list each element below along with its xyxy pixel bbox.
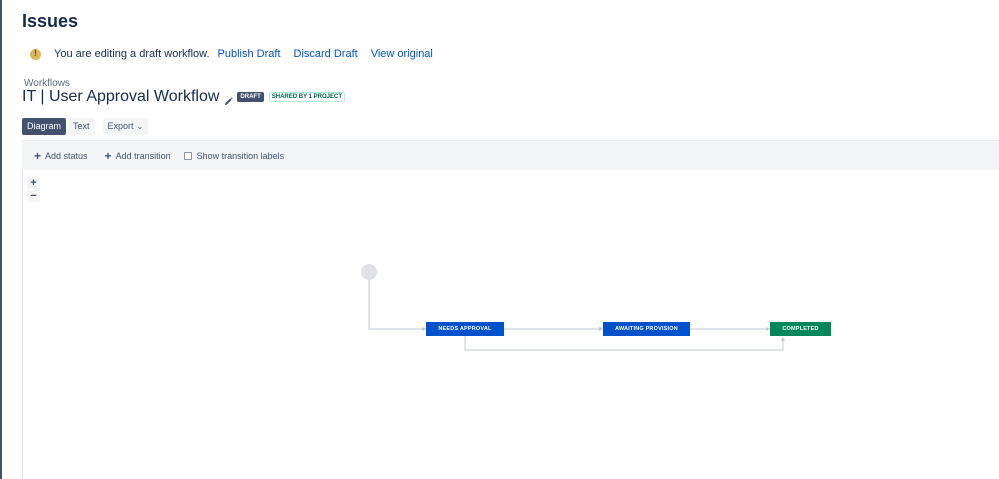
transition-direct-complete[interactable] [464, 336, 784, 351]
arrowhead [781, 337, 785, 341]
start-node[interactable] [361, 264, 377, 280]
status-completed[interactable]: COMPLETED [770, 322, 831, 336]
transition-lines [368, 280, 785, 351]
status-awaiting-provision[interactable]: AWAITING PROVISION [603, 322, 690, 336]
status-needs-approval[interactable]: NEEDS APPROVAL [426, 322, 504, 336]
initial-transition[interactable] [368, 280, 426, 330]
